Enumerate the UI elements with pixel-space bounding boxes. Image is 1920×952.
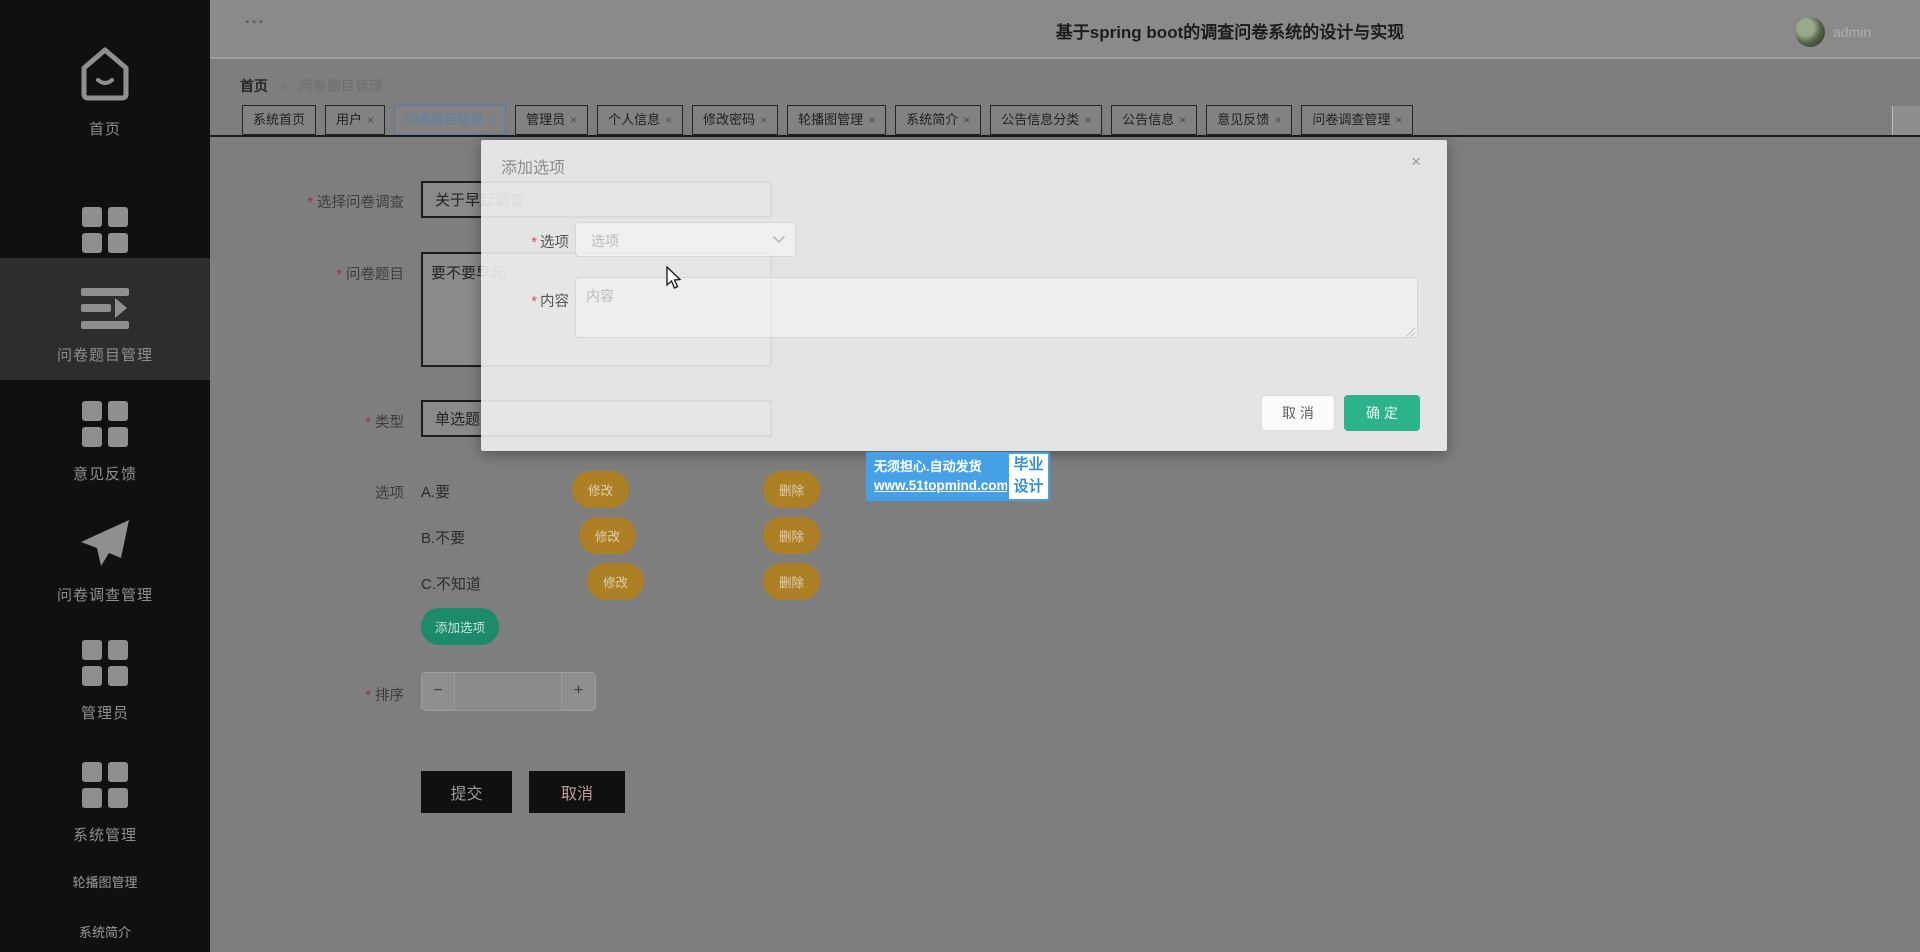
dialog-cancel-button[interactable]: 取 消 bbox=[1261, 395, 1335, 431]
breadcrumb-current: 问卷题目管理 bbox=[299, 78, 383, 94]
close-icon[interactable]: × bbox=[570, 113, 577, 127]
sort-label: *排序 bbox=[314, 684, 404, 705]
tab-notice-category[interactable]: 公告信息分类× bbox=[990, 105, 1102, 135]
dialog-option-label: *选项 bbox=[495, 231, 569, 252]
page-title: 基于spring boot的调查问卷系统的设计与实现 bbox=[820, 18, 1640, 43]
chevron-down-icon bbox=[773, 236, 785, 244]
sidebar-item-admin[interactable]: 管理员 bbox=[0, 638, 210, 723]
sidebar-item-system-manage[interactable]: 系统管理 bbox=[0, 760, 210, 845]
avatar[interactable] bbox=[1795, 17, 1825, 47]
close-icon[interactable]: × bbox=[1179, 113, 1186, 127]
tabbar-underline bbox=[210, 135, 1920, 137]
add-option-button[interactable]: 添加选项 bbox=[421, 608, 499, 645]
collapse-menu-icon[interactable]: ... bbox=[245, 8, 265, 28]
breadcrumb-home[interactable]: 首页 bbox=[240, 78, 268, 94]
sidebar: 首页 用户 问卷题目管理 意见反馈 bbox=[0, 0, 210, 952]
home-icon bbox=[76, 42, 134, 104]
content-textarea[interactable] bbox=[575, 277, 1418, 338]
paper-plane-icon bbox=[77, 518, 133, 570]
ad-badge: 毕业 设计 bbox=[1007, 452, 1050, 501]
add-option-dialog: 添加选项 × *选项 选项 *内容 取 消 确 定 bbox=[481, 140, 1447, 451]
delete-option-button[interactable]: 删除 bbox=[763, 471, 820, 508]
stepper-plus-button[interactable]: + bbox=[561, 673, 595, 710]
close-icon[interactable]: × bbox=[665, 113, 672, 127]
tab-admin[interactable]: 管理员× bbox=[515, 105, 588, 135]
header: ... 基于spring boot的调查问卷系统的设计与实现 admin bbox=[210, 0, 1920, 59]
tab-users[interactable]: 用户× bbox=[325, 105, 385, 135]
sidebar-item-label: 问卷调查管理 bbox=[57, 587, 153, 604]
sidebar-item-survey-manage[interactable]: 问卷调查管理 bbox=[0, 518, 210, 605]
stepper-minus-button[interactable]: − bbox=[422, 673, 455, 710]
tab-notice[interactable]: 公告信息× bbox=[1111, 105, 1197, 135]
breadcrumb-separator: > bbox=[280, 80, 287, 94]
survey-select-label: *选择问卷调查 bbox=[214, 191, 404, 212]
tab-system-home[interactable]: 系统首页 bbox=[242, 105, 316, 135]
app-window: 首页 用户 问卷题目管理 意见反馈 bbox=[0, 0, 1920, 952]
question-title-label: *问卷题目 bbox=[214, 263, 404, 284]
grid-icon bbox=[80, 638, 130, 688]
close-icon[interactable]: × bbox=[868, 113, 875, 127]
sidebar-item-question-manage[interactable]: 问卷题目管理 bbox=[0, 258, 210, 380]
tab-survey-manage[interactable]: 问卷调查管理× bbox=[1301, 105, 1413, 135]
sidebar-item-label: 首页 bbox=[89, 121, 121, 138]
list-arrow-icon bbox=[79, 288, 131, 330]
tab-bar: 系统首页 用户× 问卷题目管理× 管理员× 个人信息× 修改密码× 轮播图管理×… bbox=[242, 105, 1413, 135]
dialog-close-icon[interactable]: × bbox=[1411, 152, 1421, 172]
option-text: C.不知道 bbox=[421, 573, 481, 594]
tab-change-password[interactable]: 修改密码× bbox=[692, 105, 778, 135]
tab-feedback[interactable]: 意见反馈× bbox=[1206, 105, 1292, 135]
delete-option-button[interactable]: 删除 bbox=[763, 563, 820, 600]
modify-option-button[interactable]: 修改 bbox=[579, 517, 636, 554]
form-cancel-button[interactable]: 取消 bbox=[529, 771, 625, 813]
sort-input[interactable] bbox=[456, 673, 563, 710]
sidebar-item-label: 管理员 bbox=[81, 705, 129, 722]
dialog-content-label: *内容 bbox=[495, 290, 569, 311]
tab-system-intro[interactable]: 系统简介× bbox=[895, 105, 981, 135]
options-label: 选项 bbox=[314, 482, 404, 503]
sidebar-item-label: 问卷题目管理 bbox=[57, 347, 153, 364]
close-icon[interactable]: × bbox=[963, 113, 970, 127]
close-icon[interactable]: × bbox=[1274, 113, 1281, 127]
close-icon[interactable]: × bbox=[367, 113, 374, 127]
option-select[interactable]: 选项 bbox=[575, 222, 796, 257]
tab-question-manage[interactable]: 问卷题目管理× bbox=[394, 105, 506, 135]
sidebar-item-home[interactable]: 首页 bbox=[0, 42, 210, 139]
option-text: A.要 bbox=[421, 481, 450, 502]
close-icon[interactable]: × bbox=[488, 113, 495, 127]
sidebar-item-label: 意见反馈 bbox=[73, 466, 137, 483]
ad-link[interactable]: www.51topmind.com bbox=[874, 478, 1001, 493]
grid-icon bbox=[80, 399, 130, 449]
modify-option-button[interactable]: 修改 bbox=[572, 471, 629, 508]
sidebar-subitem-carousel[interactable]: 轮播图管理 bbox=[0, 872, 210, 891]
ad-watermark: 无须担心.自动发货 www.51topmind.com 毕业 设计 bbox=[866, 452, 1050, 501]
sidebar-item-feedback[interactable]: 意见反馈 bbox=[0, 399, 210, 484]
sort-stepper: − + bbox=[421, 672, 596, 711]
modify-option-button[interactable]: 修改 bbox=[587, 563, 644, 600]
submit-button[interactable]: 提交 bbox=[421, 771, 512, 813]
grid-icon bbox=[80, 205, 130, 255]
sidebar-subitem-intro[interactable]: 系统简介 bbox=[0, 922, 210, 941]
delete-option-button[interactable]: 删除 bbox=[763, 517, 820, 554]
tab-profile[interactable]: 个人信息× bbox=[597, 105, 683, 135]
username[interactable]: admin bbox=[1833, 24, 1871, 40]
dialog-title: 添加选项 bbox=[501, 154, 565, 178]
breadcrumb: 首页 > 问卷题目管理 bbox=[240, 76, 383, 96]
close-icon[interactable]: × bbox=[1395, 113, 1402, 127]
sidebar-item-label: 系统管理 bbox=[73, 827, 137, 844]
option-select-placeholder: 选项 bbox=[591, 231, 619, 251]
tab-carousel-manage[interactable]: 轮播图管理× bbox=[787, 105, 886, 135]
ad-text: 无须担心.自动发货 www.51topmind.com bbox=[866, 452, 1007, 501]
tabbar-scroll-nub bbox=[1892, 106, 1920, 135]
close-icon[interactable]: × bbox=[760, 113, 767, 127]
type-label: *类型 bbox=[214, 411, 404, 432]
option-text: B.不要 bbox=[421, 527, 465, 548]
mouse-cursor bbox=[665, 266, 683, 290]
close-icon[interactable]: × bbox=[1084, 113, 1091, 127]
dialog-confirm-button[interactable]: 确 定 bbox=[1344, 395, 1420, 431]
textarea-resize-handle[interactable] bbox=[1406, 328, 1415, 337]
grid-icon bbox=[80, 760, 130, 810]
